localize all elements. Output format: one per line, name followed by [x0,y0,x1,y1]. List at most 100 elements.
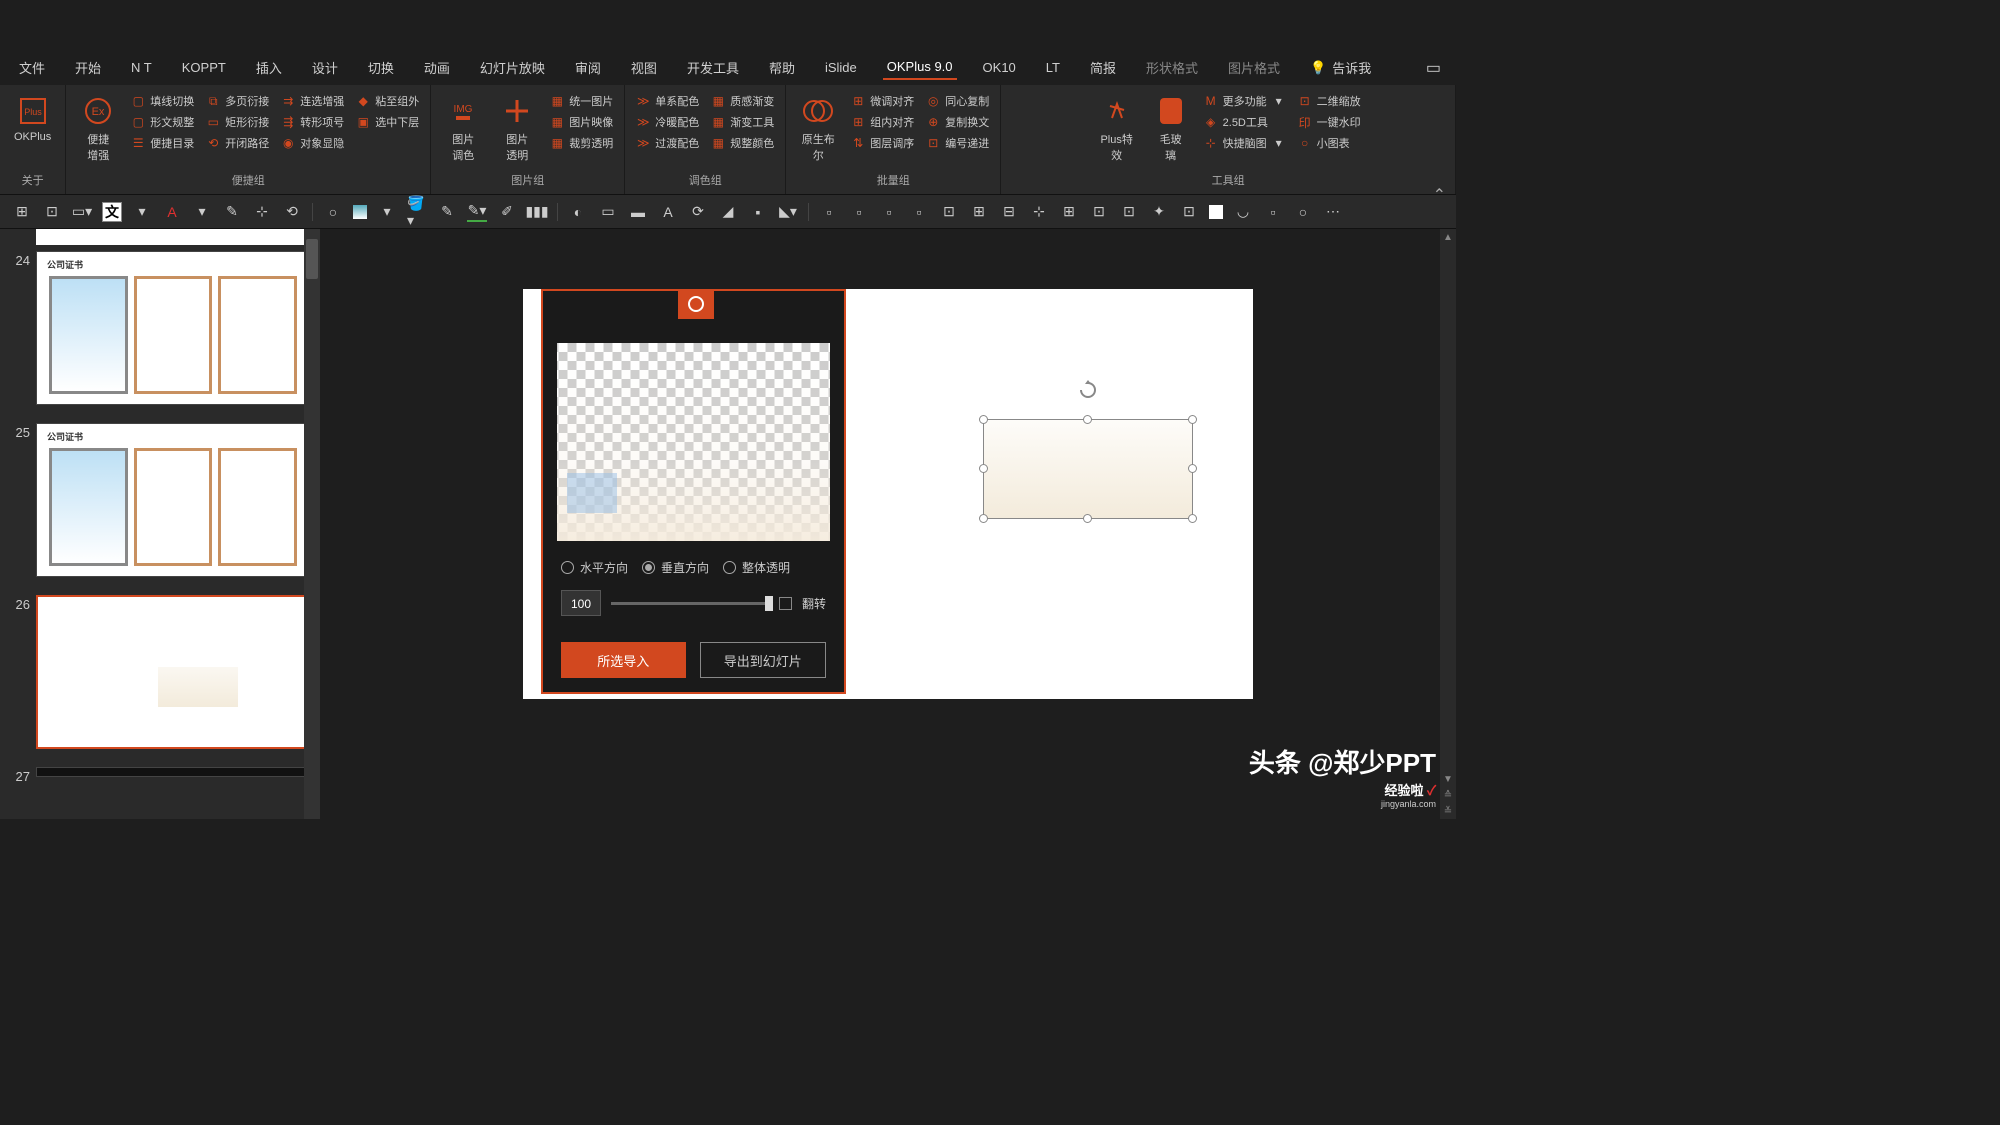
canvas-scrollbar[interactable]: ▲ ▼ ≙ ≚ [1440,229,1456,819]
qat-icon-18[interactable]: ▫ [879,202,899,222]
resize-handle-bm[interactable] [1083,514,1092,523]
flip-checkbox[interactable] [779,597,792,610]
qat-eraser-icon[interactable]: ◢ [718,202,738,222]
slide-canvas[interactable]: 水平方向 垂直方向 整体透明 100 翻转 所选导入 导出到幻灯片 [523,289,1253,699]
qat-icon-10[interactable]: ◐ [568,202,588,222]
tab-animation[interactable]: 动画 [420,54,454,81]
slide-item-26[interactable]: 26 [0,589,320,761]
qat-eyedropper2-icon[interactable]: ✎ [437,202,457,222]
tab-lt[interactable]: LT [1042,56,1064,79]
tab-design[interactable]: 设计 [308,54,342,81]
qat-circle-icon[interactable]: ○ [323,202,343,222]
qat-brush-icon[interactable]: ✐ [497,202,517,222]
qat-icon-2[interactable]: ⊡ [42,202,62,222]
group-align[interactable]: ⊞组内对齐 [848,113,917,131]
qat-dropdown-icon[interactable]: ▾ [132,202,152,222]
watermark-btn[interactable]: 印一键水印 [1295,113,1364,131]
fine-align[interactable]: ⊞微调对齐 [848,92,917,110]
layer-reorder[interactable]: ⇅图层调序 [848,134,917,152]
rect-link[interactable]: ▭矩形衍接 [203,113,272,131]
qat-icon-21[interactable]: ⊞ [969,202,989,222]
frosted-glass-button[interactable]: 毛玻 璃 [1147,89,1195,167]
multi-page-link[interactable]: ⧉多页衍接 [203,92,272,110]
rotate-handle[interactable] [1078,380,1098,400]
qat-icon-1[interactable]: ⊞ [12,202,32,222]
radio-overall[interactable]: 整体透明 [723,559,790,576]
scroll-up-icon[interactable]: ▲ [1440,229,1456,245]
paste-outside-group[interactable]: ◆粘至组外 [353,92,422,110]
select-lower-layer[interactable]: ▣选中下层 [353,113,422,131]
pic-adjust-button[interactable]: IMG 图片 调色 [439,89,487,167]
pic-trans-button[interactable]: 图片 透明 [493,89,541,167]
prev-slide-icon[interactable]: ≙ [1440,787,1456,803]
tell-me[interactable]: 💡 告诉我 [1306,54,1375,81]
qat-textbox-icon[interactable]: ▭▾ [72,202,92,222]
small-chart[interactable]: ○小图表 [1295,134,1364,152]
slide-item-25[interactable]: 25 公司证书 [0,417,320,589]
tab-ok10[interactable]: OK10 [979,56,1020,79]
qat-white-icon[interactable] [1209,205,1223,219]
tab-insert[interactable]: 插入 [252,54,286,81]
tab-devtools[interactable]: 开发工具 [683,54,743,81]
qat-icon-16[interactable]: ▫ [819,202,839,222]
tab-koppt[interactable]: KOPPT [178,56,230,79]
pic-reflection[interactable]: ▦图片映像 [547,113,616,131]
qat-icon-15[interactable]: ◣▾ [778,202,798,222]
qat-icon-12[interactable]: ▬ [628,202,648,222]
enhance-button[interactable]: Ex 便捷 增强 [74,89,122,167]
convenient-toc[interactable]: ☰便捷目录 [128,134,197,152]
resize-handle-tl[interactable] [979,415,988,424]
qat-eyedropper-icon[interactable]: ✎ [222,202,242,222]
tab-slideshow[interactable]: 幻灯片放映 [476,54,549,81]
qat-icon-6[interactable]: ⟲ [282,202,302,222]
2d-scale[interactable]: ⊡二维缩放 [1295,92,1364,110]
resize-handle-bl[interactable] [979,514,988,523]
qat-icon-5[interactable]: ⊹ [252,202,272,222]
slide-item-24[interactable]: 24 公司证书 [0,245,320,417]
regularize-color[interactable]: ▦规整颜色 [708,134,777,152]
number-increment[interactable]: ⊡编号递进 [923,134,992,152]
qat-icon-11[interactable]: ▭ [598,202,618,222]
qat-icon-25[interactable]: ⊡ [1089,202,1109,222]
slide-item-27[interactable]: 27 [0,761,320,796]
tab-view[interactable]: 视图 [627,54,661,81]
radio-vertical[interactable]: 垂直方向 [642,559,709,576]
qat-icon-22[interactable]: ⊟ [999,202,1019,222]
qat-icon-20[interactable]: ⊡ [939,202,959,222]
qat-font-color-icon[interactable]: A [162,202,182,222]
single-color[interactable]: ≫单系配色 [633,92,702,110]
object-visibility[interactable]: ◉对象显隐 [278,134,347,152]
export-button[interactable]: 导出到幻灯片 [700,642,827,678]
okplus-button[interactable]: Plus OKPlus [8,89,57,147]
convert-bullet[interactable]: ⇶转形项号 [278,113,347,131]
unify-pic[interactable]: ▦统一图片 [547,92,616,110]
resize-handle-ml[interactable] [979,464,988,473]
crop-transparent[interactable]: ▦裁剪透明 [547,134,616,152]
tab-islide[interactable]: iSlide [821,56,861,79]
qat-icon-30[interactable]: ▫ [1263,202,1283,222]
qat-icon-19[interactable]: ▫ [909,202,929,222]
qat-chart-icon[interactable]: ▮▮▮ [527,202,547,222]
resize-handle-tm[interactable] [1083,415,1092,424]
qat-crop-icon[interactable]: ⊡ [1179,202,1199,222]
qat-dropdown-icon[interactable]: ▾ [377,202,397,222]
tab-shape-format[interactable]: 形状格式 [1142,54,1202,81]
resize-handle-mr[interactable] [1188,464,1197,473]
qat-icon-17[interactable]: ▫ [849,202,869,222]
warm-cold-color[interactable]: ≫冷暖配色 [633,113,702,131]
qat-text-icon[interactable]: 文 [102,202,122,222]
resize-handle-tr[interactable] [1188,415,1197,424]
panel-tab[interactable] [678,289,714,319]
shape-text-adjust[interactable]: ▢形文规整 [128,113,197,131]
comments-icon[interactable]: ▭ [1426,58,1441,78]
qat-dropdown-icon[interactable]: ▾ [192,202,212,222]
more-features[interactable]: M更多功能▾ [1201,92,1289,110]
concentric-copy[interactable]: ◎同心复制 [923,92,992,110]
copy-replace-text[interactable]: ⊕复制换文 [923,113,992,131]
qat-pen-icon[interactable]: ✎▾ [467,202,487,222]
qat-icon-23[interactable]: ⊹ [1029,202,1049,222]
fill-line-swap[interactable]: ▢填线切换 [128,92,197,110]
slider-thumb[interactable] [765,596,773,611]
plus-fx-button[interactable]: Plus特 效 [1093,89,1141,167]
quick-mindmap[interactable]: ⊹快捷脑图▾ [1201,134,1289,152]
